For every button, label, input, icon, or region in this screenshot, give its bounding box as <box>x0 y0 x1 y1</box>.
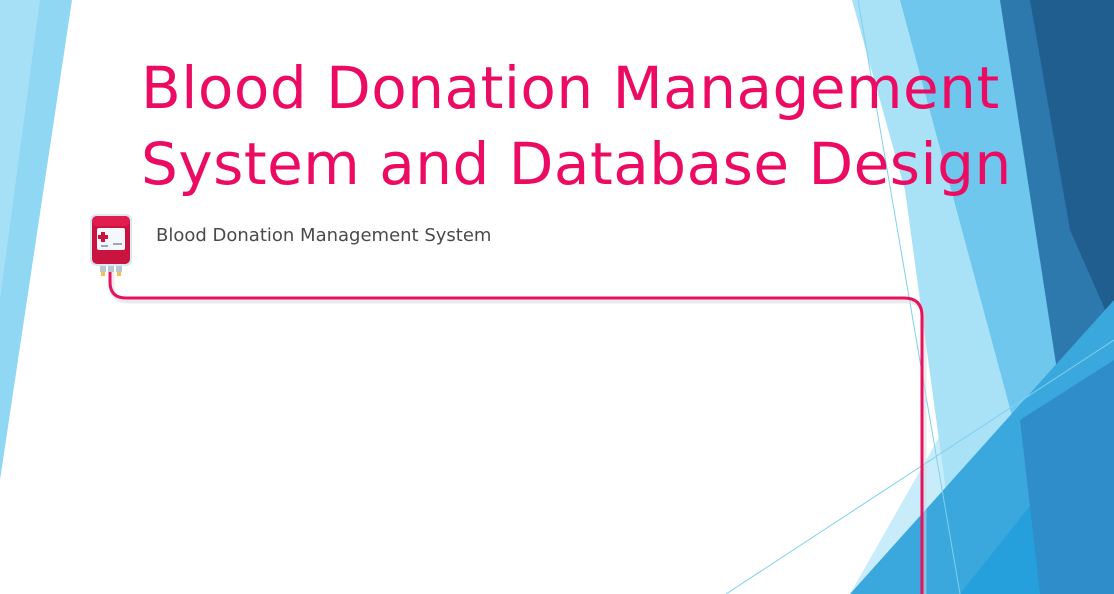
title-line-2: System and Database Design <box>141 130 1012 198</box>
title-line-1: Blood Donation Management <box>141 54 1000 122</box>
slide-title: Blood Donation Management System and Dat… <box>141 50 1012 202</box>
slide: Blood Donation Management System and Dat… <box>0 0 1114 594</box>
slide-subtitle: Blood Donation Management System <box>156 225 492 246</box>
blood-bag-icon <box>90 214 132 276</box>
